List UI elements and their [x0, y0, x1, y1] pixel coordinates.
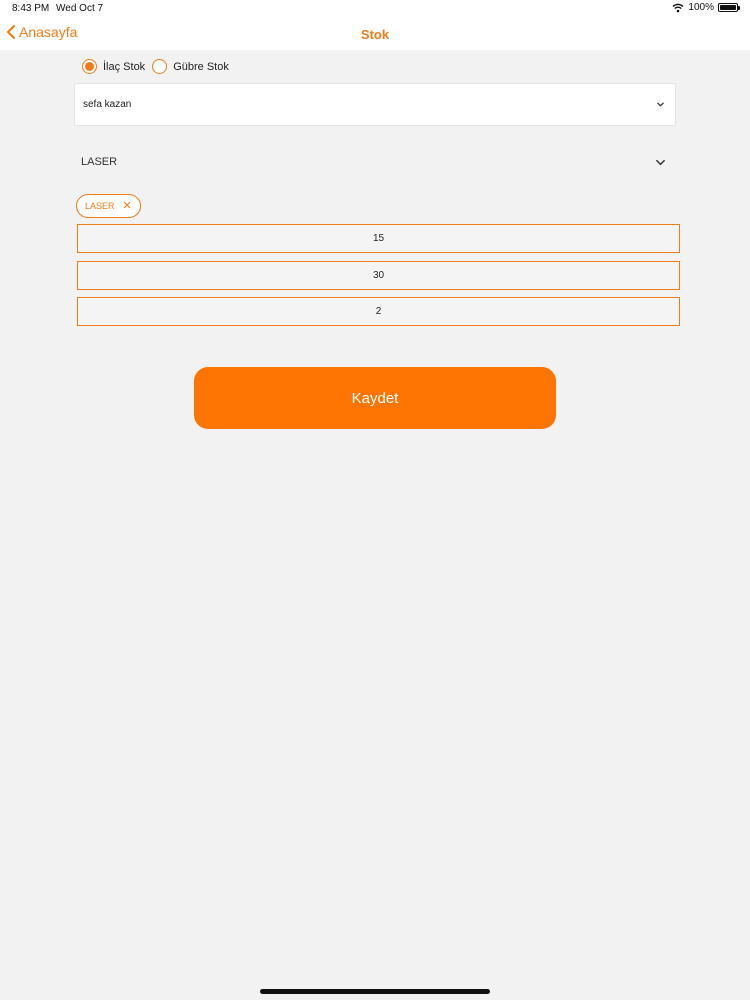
quantity-field-3[interactable]: 2 — [77, 297, 680, 326]
product-select-value: LASER — [81, 156, 118, 168]
chevron-down-icon — [656, 159, 665, 166]
home-indicator — [260, 989, 490, 994]
selected-product-chip: LASER ✕ — [76, 194, 141, 218]
wifi-icon — [672, 3, 684, 12]
quantity-field-1[interactable]: 15 — [77, 224, 680, 253]
customer-select[interactable]: sefa kazan — [74, 83, 676, 126]
radio-unselected-icon — [152, 59, 168, 74]
chevron-down-icon — [657, 102, 664, 107]
status-date: Wed Oct 7 — [56, 3, 104, 14]
product-multiselect[interactable]: LASER — [74, 146, 676, 180]
radio-gubre-stok[interactable]: Gübre Stok — [152, 59, 229, 74]
chip-label: LASER — [85, 201, 115, 211]
nav-bar: Anasayfa Stok — [0, 18, 750, 50]
customer-select-value: sefa kazan — [83, 99, 132, 110]
battery-percent: 100% — [688, 2, 714, 13]
radio-ilac-stok[interactable]: İlaç Stok — [82, 59, 145, 74]
status-time: 8:43 PM — [12, 3, 50, 14]
radio-label: İlaç Stok — [103, 60, 146, 73]
status-bar: 8:43 PM Wed Oct 7 100% — [0, 0, 750, 18]
quantity-field-2[interactable]: 30 — [77, 261, 680, 290]
battery-icon — [718, 3, 740, 12]
radio-label: Gübre Stok — [173, 60, 229, 73]
page-title: Stok — [360, 27, 390, 42]
status-right: 100% — [672, 2, 740, 13]
stock-type-radio-group: İlaç Stok Gübre Stok — [82, 59, 230, 74]
save-button[interactable]: Kaydet — [194, 367, 556, 429]
close-icon[interactable]: ✕ — [123, 200, 132, 212]
radio-selected-icon — [82, 59, 97, 74]
